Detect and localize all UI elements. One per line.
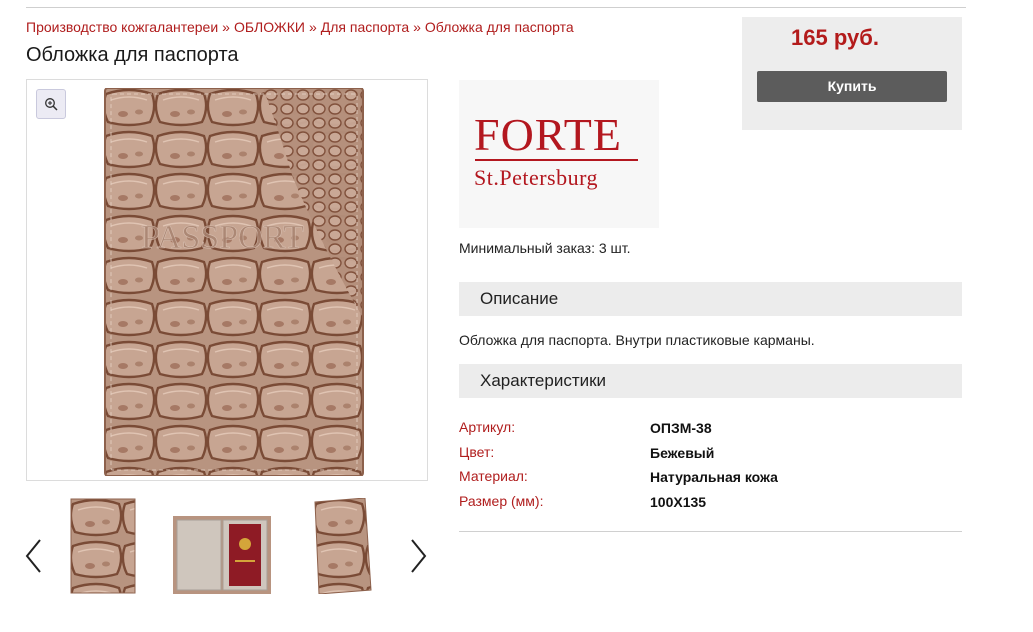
- breadcrumb-separator: »: [413, 19, 421, 35]
- spec-label: Цвет:: [459, 443, 495, 460]
- buy-button[interactable]: Купить: [757, 71, 947, 102]
- bottom-divider: [459, 531, 962, 532]
- passport-cover-photo: PASSPORT: [104, 88, 364, 476]
- breadcrumb-link-covers[interactable]: ОБЛОЖКИ: [234, 19, 305, 35]
- spec-value: ОПЗМ-38: [650, 420, 712, 436]
- main-product-image[interactable]: PASSPORT: [26, 79, 428, 481]
- thumbnail-side[interactable]: [313, 498, 373, 594]
- thumbnail-open[interactable]: [173, 514, 271, 596]
- spec-label: Материал:: [459, 468, 528, 484]
- spec-row: Размер (мм): 100Х135: [459, 493, 962, 518]
- spec-row: Материал: Натуральная кожа: [459, 468, 962, 493]
- spec-row: Артикул: ОПЗМ-38: [459, 419, 962, 444]
- spec-value: Натуральная кожа: [650, 469, 778, 485]
- description-text: Обложка для паспорта. Внутри пластиковые…: [459, 332, 815, 348]
- breadcrumb-link-current[interactable]: Обложка для паспорта: [425, 19, 574, 35]
- description-header: Описание: [459, 282, 962, 316]
- embossed-passport-text: PASSPORT: [141, 219, 304, 256]
- spec-value: 100Х135: [650, 493, 707, 510]
- brand-logo-city: St.Petersburg: [474, 165, 599, 190]
- chevron-left-icon[interactable]: [24, 538, 44, 574]
- specs-header: Характеристики: [459, 364, 962, 398]
- brand-logo-name: FORTE: [474, 109, 622, 160]
- page-title: Обложка для паспорта: [26, 44, 239, 66]
- thumbnail-front[interactable]: [70, 498, 136, 594]
- buy-panel: 165 руб. Купить: [742, 17, 962, 130]
- specs-table: Артикул: ОПЗМ-38 Цвет: Бежевый Материал:…: [459, 419, 962, 517]
- price: 165 руб.: [791, 25, 879, 50]
- spec-row: Цвет: Бежевый: [459, 444, 962, 469]
- breadcrumb-link-production[interactable]: Производство кожгалантереи: [26, 19, 218, 35]
- breadcrumb-link-passport[interactable]: Для паспорта: [321, 19, 409, 35]
- min-order-text: Минимальный заказ: 3 шт.: [459, 240, 631, 256]
- breadcrumb: Производство кожгалантереи» ОБЛОЖКИ» Для п…: [26, 19, 574, 35]
- brand-logo-rule: [475, 159, 638, 161]
- breadcrumb-separator: »: [222, 19, 230, 35]
- breadcrumb-separator: »: [308, 19, 317, 35]
- spec-label: Размер (мм):: [459, 492, 544, 509]
- spec-value: Бежевый: [650, 444, 715, 461]
- zoom-in-icon[interactable]: [36, 89, 66, 119]
- chevron-right-icon[interactable]: [408, 538, 428, 574]
- spec-label: Артикул:: [459, 419, 516, 435]
- top-divider: [26, 7, 966, 8]
- brand-logo: FORTE St.Petersburg: [459, 80, 659, 228]
